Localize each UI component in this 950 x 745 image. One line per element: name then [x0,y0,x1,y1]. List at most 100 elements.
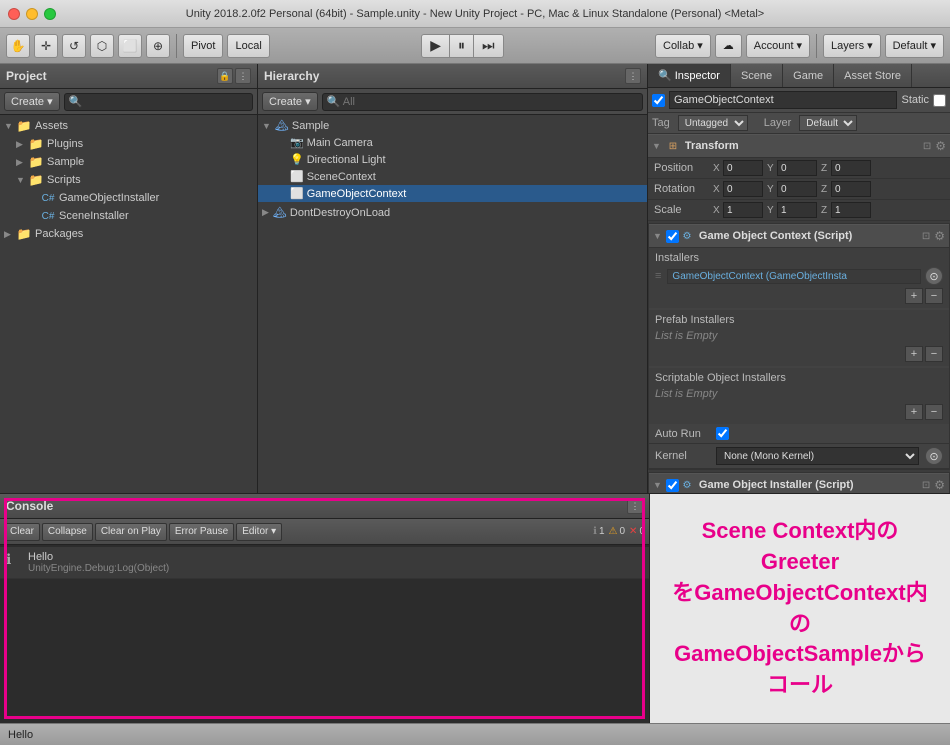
goc-title: Game Object Context (Script) [699,230,922,242]
warning-count: 0 [619,526,625,537]
tab-game[interactable]: Game [783,64,834,87]
console-error-pause-button[interactable]: Error Pause [169,523,234,541]
prefab-remove-button[interactable]: − [925,346,943,362]
tab-assetstore[interactable]: Asset Store [834,64,912,87]
prefab-add-button[interactable]: + [905,346,923,362]
move-tool-button[interactable]: ✛ [34,34,58,58]
console-log-item[interactable]: ℹ Hello UnityEngine.Debug:Log(Object) [0,547,649,579]
tag-dropdown[interactable]: Untagged [678,115,748,131]
console-clear-button[interactable]: Clear [4,523,40,541]
transform-expand-icon: ⊡ [923,141,931,152]
hierarchy-item-scenecontext[interactable]: ⬜ SceneContext [258,168,647,185]
console-menu-button[interactable]: ⋮ [627,498,643,514]
local-button[interactable]: Local [227,34,269,58]
scale-z-item: Z 1 [821,202,871,218]
project-create-button[interactable]: Create ▾ [4,92,60,111]
rotation-x-label: X [713,184,721,195]
tree-item-scripts[interactable]: ▼ 📁 Scripts [0,171,257,189]
transform-tool-button[interactable]: ⊕ [146,34,170,58]
sample-arrow: ▶ [16,157,28,168]
static-checkbox[interactable] [933,94,946,107]
scriptable-add-button[interactable]: + [905,404,923,420]
rotation-z-input[interactable]: 0 [831,181,871,197]
scriptable-remove-button[interactable]: − [925,404,943,420]
tree-item-packages[interactable]: ▶ 📁 Packages [0,225,257,243]
goc-component-header[interactable]: ▼ ⚙ Game Object Context (Script) ⊡ ⚙ [649,224,949,248]
minimize-button[interactable] [26,8,38,20]
collab-button[interactable]: Collab ▾ [655,34,711,58]
packages-folder-icon: 📁 [16,226,32,242]
transform-component-header[interactable]: ▼ ⊞ Transform ⊡ ⚙ [648,134,950,158]
position-y-input[interactable]: 0 [777,160,817,176]
tree-item-plugins[interactable]: ▶ 📁 Plugins [0,135,257,153]
scale-y-input[interactable]: 1 [777,202,817,218]
hierarchy-item-directionallight[interactable]: 💡 Directional Light [258,151,647,168]
console-collapse-button[interactable]: Collapse [42,523,93,541]
rotation-y-label: Y [767,184,775,195]
cloud-button[interactable]: ☁ [715,34,742,58]
hierarchy-item-gameobjectcontext[interactable]: ⬜ GameObjectContext [258,185,647,202]
auto-run-checkbox[interactable] [716,427,729,440]
gameobject-enabled-checkbox[interactable] [652,94,665,107]
console-panel: Console ⋮ Clear Collapse Clear on Play E… [0,494,650,723]
sc-icon: ⬜ [290,170,304,183]
tree-item-assets[interactable]: ▼ 📁 Assets [0,117,257,135]
transform-settings-icon[interactable]: ⚙ [935,139,946,153]
console-warning-badge: ⚠ 0 [609,526,626,537]
tree-item-gameobjectinstaller[interactable]: C# GameObjectInstaller [0,189,257,207]
account-button[interactable]: Account ▾ [746,34,810,58]
hierarchy-content: ▼ 🏔 Sample 📷 Main Camera 💡 Directional L… [258,115,647,493]
position-z-input[interactable]: 0 [831,160,871,176]
tree-item-sceneinstaller[interactable]: C# SceneInstaller [0,207,257,225]
project-search-input[interactable] [64,93,253,111]
gameobject-name-input[interactable] [669,91,897,109]
tab-inspector[interactable]: 🔍 Inspector [648,64,731,87]
layer-dropdown[interactable]: Default [799,115,857,131]
goi-component-header[interactable]: ▼ ⚙ Game Object Installer (Script) ⊡ ⚙ [649,473,949,493]
auto-run-row: Auto Run [649,424,949,444]
close-button[interactable] [8,8,20,20]
layers-label: Layers [831,40,864,52]
goc-settings-icon[interactable]: ⚙ [934,229,945,243]
rotation-y-input[interactable]: 0 [777,181,817,197]
hierarchy-item-sample[interactable]: ▼ 🏔 Sample [258,117,647,134]
tab-scene[interactable]: Scene [731,64,783,87]
fullscreen-button[interactable] [44,8,56,20]
hierarchy-item-dontdestroy[interactable]: ▶ 🏔 DontDestroyOnLoad [258,204,647,221]
step-button[interactable]: ⏭ [474,34,504,58]
kernel-dropdown[interactable]: None (Mono Kernel) [716,447,919,465]
prefab-add-row: + − [655,344,943,364]
play-button[interactable]: ▶ [421,34,450,58]
rotate-tool-button[interactable]: ↺ [62,34,86,58]
hierarchy-search-input[interactable] [322,93,643,111]
hierarchy-menu-button[interactable]: ⋮ [625,68,641,84]
scale-x-input[interactable]: 1 [723,202,763,218]
sample-scene-label: Sample [292,120,329,132]
gameobject-header: Static [648,88,950,113]
status-bar: Hello [0,723,950,745]
default-layout-button[interactable]: Default ▾ [885,34,944,58]
rect-tool-button[interactable]: ⬜ [118,34,142,58]
hand-tool-button[interactable]: ✋ [6,34,30,58]
project-menu-button[interactable]: ⋮ [235,68,251,84]
scale-z-input[interactable]: 1 [831,202,871,218]
pivot-button[interactable]: Pivot [183,34,223,58]
layers-button[interactable]: Layers ▾ [823,34,881,58]
tree-item-sample[interactable]: ▶ 📁 Sample [0,153,257,171]
console-editor-dropdown[interactable]: Editor ▾ [236,523,282,541]
installers-add-button[interactable]: + [905,288,923,304]
installers-remove-button[interactable]: − [925,288,943,304]
hierarchy-create-button[interactable]: Create ▾ [262,92,318,111]
pause-button[interactable]: ⏸ [450,34,474,58]
rotation-x-input[interactable]: 0 [723,181,763,197]
goi-settings-icon[interactable]: ⚙ [934,478,945,492]
project-lock-button[interactable]: 🔒 [217,68,233,84]
kernel-target-button[interactable]: ⊙ [925,447,943,465]
hierarchy-item-maincamera[interactable]: 📷 Main Camera [258,134,647,151]
position-x-input[interactable]: 0 [723,160,763,176]
scale-tool-button[interactable]: ⬡ [90,34,114,58]
console-clear-on-play-button[interactable]: Clear on Play [95,523,167,541]
installer-target-button[interactable]: ⊙ [925,267,943,285]
goi-enabled-checkbox[interactable] [666,479,679,492]
goc-enabled-checkbox[interactable] [666,230,679,243]
